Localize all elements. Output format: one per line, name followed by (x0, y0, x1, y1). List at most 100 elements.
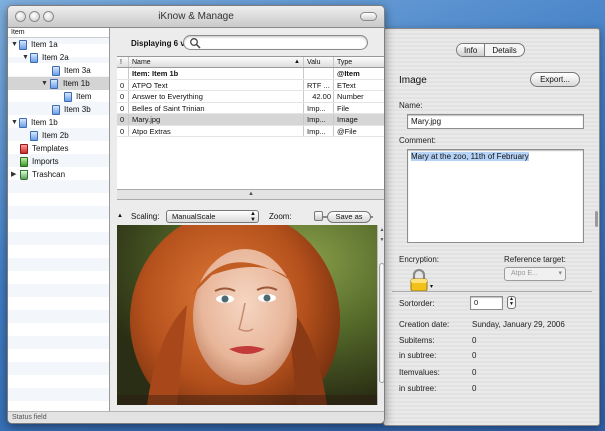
outline-item-label: Item 1a (31, 40, 58, 49)
cell-name: Belles of Saint Trinian (129, 102, 304, 113)
cell-name: Answer to Everything (129, 91, 304, 102)
zoom-label: Zoom: (269, 212, 292, 221)
toolbar-toggle-button[interactable] (360, 12, 377, 21)
itemvalues-subtree-label: in subtree: (399, 384, 437, 393)
blue-doc-icon (50, 79, 58, 89)
imports-icon (20, 157, 28, 167)
subitems-subtree-label: in subtree: (399, 351, 437, 360)
name-field[interactable]: Mary.jpg (407, 114, 584, 129)
outline-item-selected[interactable]: ▼ Item 1b (8, 77, 109, 90)
window-title: iKnow & Manage (158, 11, 234, 22)
table-row[interactable]: 0 ATPO Text RTF ... EText (117, 79, 384, 91)
sortorder-field[interactable]: 0 (470, 296, 503, 310)
sort-ascending-icon: ▲ (294, 59, 300, 65)
search-icon (190, 38, 201, 49)
blue-doc-icon (52, 105, 60, 115)
cell-flag (117, 68, 129, 79)
scroll-down-icon[interactable]: ▼ (378, 237, 384, 243)
sortorder-stepper[interactable]: ▲ ▼ (507, 296, 516, 309)
encryption-lock-icon[interactable]: ▾ (409, 268, 433, 292)
cell-type: EText (337, 80, 356, 90)
blue-doc-icon (19, 118, 27, 128)
table-row[interactable]: 0 Answer to Everything 42.00 Number (117, 91, 384, 103)
collapse-arrow-icon[interactable]: ▲ (117, 213, 123, 219)
cell-value: Imp... (304, 114, 334, 125)
cell-type: Number (337, 92, 364, 101)
cell-flag: 0 (117, 114, 129, 125)
cell-value: Imp... (304, 125, 334, 136)
scrollbar-thumb[interactable] (379, 263, 384, 383)
column-header-name[interactable]: Name ▲ (129, 57, 304, 67)
reference-target-popup[interactable]: Atpo E... ▾ (504, 267, 566, 281)
column-name-label: Name (132, 59, 151, 66)
comment-text: Mary at the zoo, 11th of February (411, 152, 529, 161)
viewer-controls: ▲ Scaling: ManualScale ▲ ▼ Zoom: Save as (117, 210, 384, 224)
table-row[interactable]: Item: Item 1b @Item (117, 68, 384, 80)
cell-name: Atpo Extras (129, 125, 304, 136)
disclosure-open-icon[interactable]: ▼ (11, 116, 18, 129)
cell-value: Imp... (304, 102, 334, 113)
outline-item[interactable]: Item 2b (8, 129, 109, 142)
outline-item-label: Imports (32, 157, 59, 166)
disclosure-open-icon[interactable]: ▼ (22, 51, 29, 64)
outline-item-label: Item 3b (64, 105, 91, 114)
comment-textarea[interactable]: Mary at the zoo, 11th of February (407, 149, 584, 243)
outline-header[interactable]: Item (8, 28, 109, 38)
reference-target-label: Reference target: (504, 255, 566, 264)
disclosure-open-icon[interactable]: ▼ (11, 38, 18, 51)
main-window: iKnow & Manage Item ▼ Item 1a ▼ Item 2a … (7, 5, 385, 424)
image-preview (117, 225, 377, 405)
table-row-selected[interactable]: 0 Mary.jpg Imp... Image (117, 114, 384, 126)
table-row[interactable]: 0 Belles of Saint Trinian Imp... File (117, 102, 384, 114)
outline-item[interactable]: ▶ Trashcan (8, 168, 109, 181)
comment-label: Comment: (399, 136, 436, 145)
outline-item[interactable]: Item (8, 90, 109, 103)
scaling-select[interactable]: ManualScale ▲ ▼ (166, 210, 259, 223)
tab-info[interactable]: Info (457, 44, 486, 56)
outline-item[interactable]: ▼ Item 1a (8, 38, 109, 51)
column-header-type[interactable]: Type (334, 57, 384, 67)
outline-item-label: Trashcan (32, 170, 66, 179)
table-row[interactable]: 0 Atpo Extras Imp... @File (117, 125, 384, 137)
outline-item[interactable]: Imports (8, 155, 109, 168)
name-label: Name: (399, 101, 423, 110)
outline-item[interactable]: ▼ Item 2a (8, 51, 109, 64)
zoom-slider-knob[interactable] (314, 211, 323, 221)
display-count-text: Displaying 6 va (131, 39, 190, 48)
export-button[interactable]: Export... (530, 72, 580, 87)
cell-value (304, 68, 334, 79)
title-bar[interactable]: iKnow & Manage (8, 6, 384, 28)
inspector-tab-control: Info Details (456, 43, 525, 57)
scroll-up-icon[interactable]: ▲ (378, 227, 384, 233)
column-header-flag[interactable]: ! (117, 57, 129, 67)
search-field[interactable] (183, 35, 368, 50)
tab-details[interactable]: Details (485, 44, 523, 56)
cell-flag: 0 (117, 91, 129, 102)
cell-type: @File (337, 126, 357, 136)
inspector-drawer: Info Details Image Export... Name: Mary.… (383, 28, 600, 426)
split-view-divider[interactable]: ▲ (117, 189, 384, 200)
blue-doc-icon (19, 40, 27, 50)
cell-type: @Item (337, 69, 360, 78)
drawer-resize-grip[interactable] (595, 211, 598, 227)
outline-item[interactable]: ▼ Item 1b (8, 116, 109, 129)
column-header-value[interactable]: Valu (304, 57, 334, 67)
popup-arrows-icon: ▾ (558, 270, 562, 277)
values-table: ! Name ▲ Valu Type Item: Item 1b @Item 0 … (117, 56, 384, 189)
sortorder-label: Sortorder: (399, 299, 435, 308)
save-as-button[interactable]: Save as (327, 211, 371, 223)
disclosure-closed-icon[interactable]: ▶ (11, 168, 16, 181)
outline-item-label: Item 2a (42, 53, 69, 62)
blue-doc-icon (30, 131, 38, 141)
outline-item[interactable]: Item 3b (8, 103, 109, 116)
disclosure-open-icon[interactable]: ▼ (41, 77, 48, 90)
select-arrows-icon: ▲ ▼ (250, 211, 256, 223)
blue-doc-icon (52, 66, 60, 76)
outline-item[interactable]: Item 3a (8, 64, 109, 77)
drawer-divider (392, 291, 592, 292)
blue-doc-icon (64, 92, 72, 102)
trashcan-icon (20, 170, 28, 180)
cell-name: Item: Item 1b (129, 68, 304, 79)
outline-item[interactable]: Templates (8, 142, 109, 155)
image-vertical-scrollbar[interactable]: ▲ ▼ (377, 225, 384, 405)
